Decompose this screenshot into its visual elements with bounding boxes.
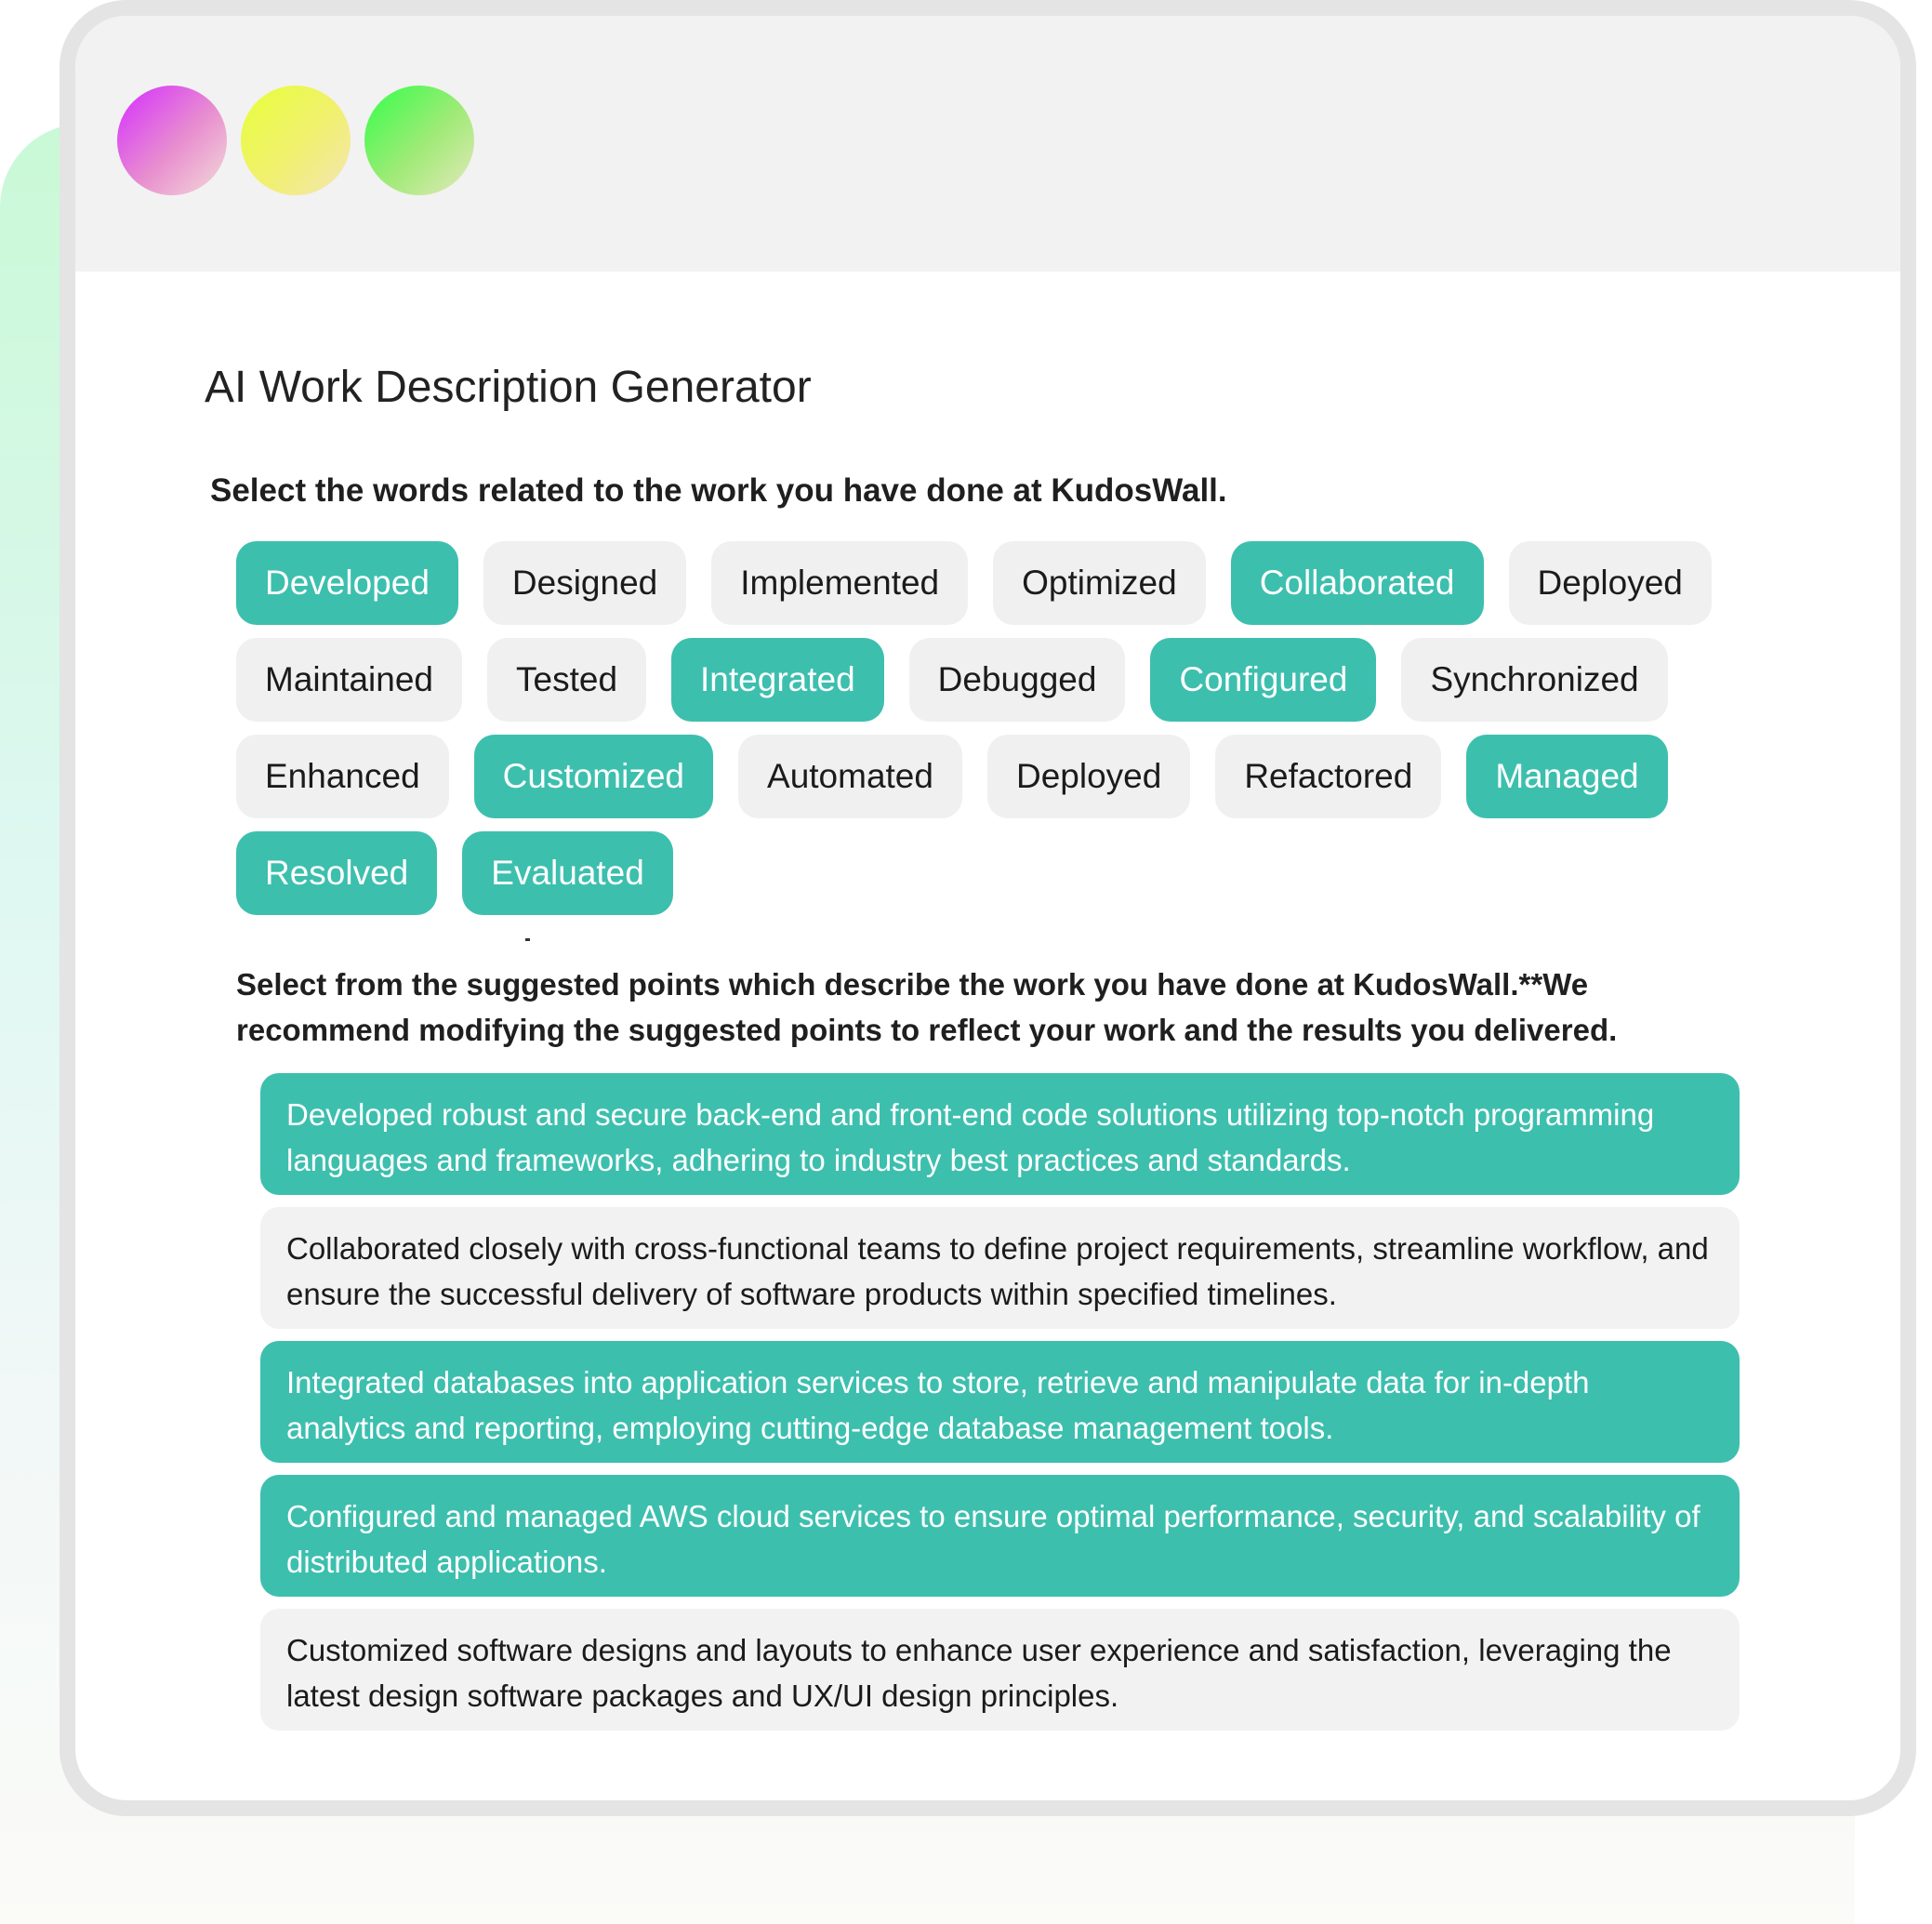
word-chip[interactable]: Maintained [236, 638, 463, 722]
suggested-point[interactable]: Configured and managed AWS cloud service… [260, 1475, 1740, 1597]
word-chip[interactable]: Customized [473, 735, 714, 818]
word-chip[interactable]: Refactored [1215, 735, 1442, 818]
word-chip[interactable]: Optimized [993, 541, 1206, 625]
word-chip[interactable]: Managed [1466, 735, 1668, 818]
word-chip[interactable]: Designed [483, 541, 687, 625]
suggested-point[interactable]: Developed robust and secure back-end and… [260, 1073, 1740, 1195]
word-chip[interactable]: Evaluated [462, 831, 673, 915]
decorative-dot [525, 938, 530, 941]
window-dot-yellow[interactable] [241, 86, 351, 195]
word-chip[interactable]: Integrated [671, 638, 884, 722]
points-instruction: Select from the suggested points which d… [236, 967, 1618, 1047]
suggested-points-list: Developed robust and secure back-end and… [260, 1073, 1740, 1731]
window-dot-green[interactable] [364, 86, 474, 195]
word-chip[interactable]: Implemented [711, 541, 969, 625]
suggested-point[interactable]: Customized software designs and layouts … [260, 1609, 1740, 1731]
app-window: AI Work Description Generator Select the… [60, 0, 1916, 1816]
word-chip-list: Developed Designed Implemented Optimized Col… [236, 541, 1742, 915]
suggested-point[interactable]: Integrated databases into application se… [260, 1341, 1740, 1463]
window-dot-magenta[interactable] [117, 86, 227, 195]
word-chip[interactable]: Tested [487, 638, 647, 722]
word-chip[interactable]: Automated [738, 735, 962, 818]
word-chip[interactable]: Developed [236, 541, 458, 625]
main-content: AI Work Description Generator Select the… [75, 272, 1900, 1800]
word-chip[interactable]: Configured [1150, 638, 1377, 722]
suggested-point[interactable]: Collaborated closely with cross-function… [260, 1207, 1740, 1329]
word-chip[interactable]: Deployed [1508, 541, 1712, 625]
word-chip[interactable]: Enhanced [236, 735, 449, 818]
word-chip[interactable]: Debugged [908, 638, 1126, 722]
word-chip[interactable]: Collaborated [1230, 541, 1484, 625]
page-title: AI Work Description Generator [205, 363, 812, 412]
word-chip[interactable]: Resolved [236, 831, 438, 915]
words-instruction: Select the words related to the work you… [210, 472, 1227, 509]
word-chip[interactable]: Synchronized [1401, 638, 1668, 722]
window-titlebar [75, 16, 1900, 272]
word-chip[interactable]: Deployed [986, 735, 1191, 818]
